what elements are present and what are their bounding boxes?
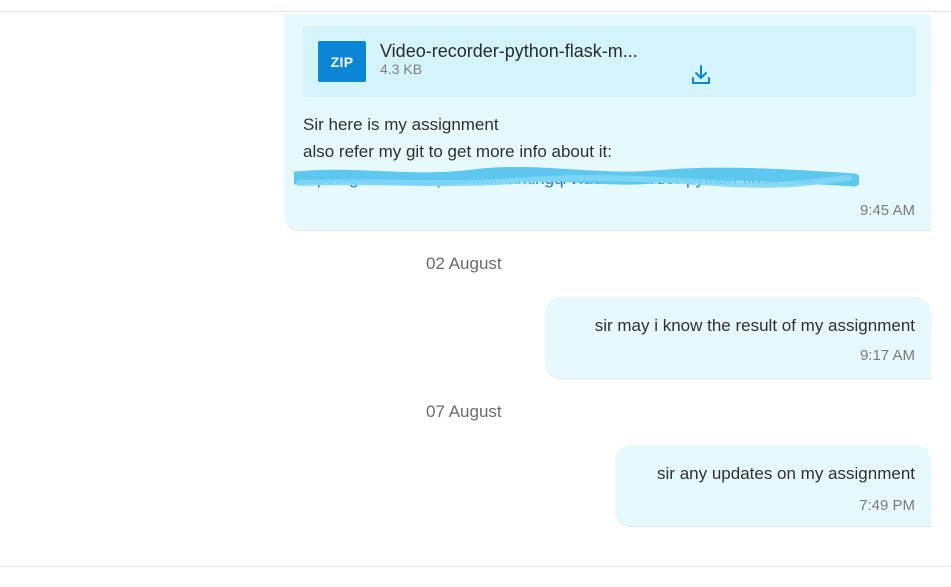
message-timestamp: 7:49 PM bbox=[859, 497, 915, 514]
zip-file-icon: ZIP bbox=[318, 41, 366, 82]
message-text-line: Sir here is my assignment bbox=[303, 115, 499, 134]
download-icon[interactable] bbox=[689, 63, 713, 87]
message-bubble: sir may i know the result of my assignme… bbox=[545, 297, 931, 379]
top-divider bbox=[0, 11, 951, 12]
message-timestamp: 9:45 AM bbox=[859, 202, 915, 219]
message-text: sir may i know the result of my assignme… bbox=[594, 316, 915, 335]
message-bubble: sir any updates on my assignment 7:49 PM bbox=[615, 445, 931, 527]
attachment-file-size: 4.3 KB bbox=[380, 61, 423, 77]
date-separator: 02 August bbox=[426, 254, 502, 273]
message-text-line: also refer my git to get more info about… bbox=[303, 142, 612, 161]
date-separator: 07 August bbox=[426, 402, 502, 421]
message-timestamp: 9:17 AM bbox=[859, 347, 915, 364]
file-attachment[interactable]: ZIP Video-recorder-python-flask-m... 4.3… bbox=[303, 26, 916, 97]
bottom-divider bbox=[0, 566, 951, 567]
redaction-scribble bbox=[294, 166, 859, 188]
message-bubble: ZIP Video-recorder-python-flask-m... 4.3… bbox=[284, 14, 931, 231]
attachment-file-name: Video-recorder-python-flask-m... bbox=[380, 41, 638, 61]
message-text: sir any updates on my assignment bbox=[657, 464, 915, 483]
